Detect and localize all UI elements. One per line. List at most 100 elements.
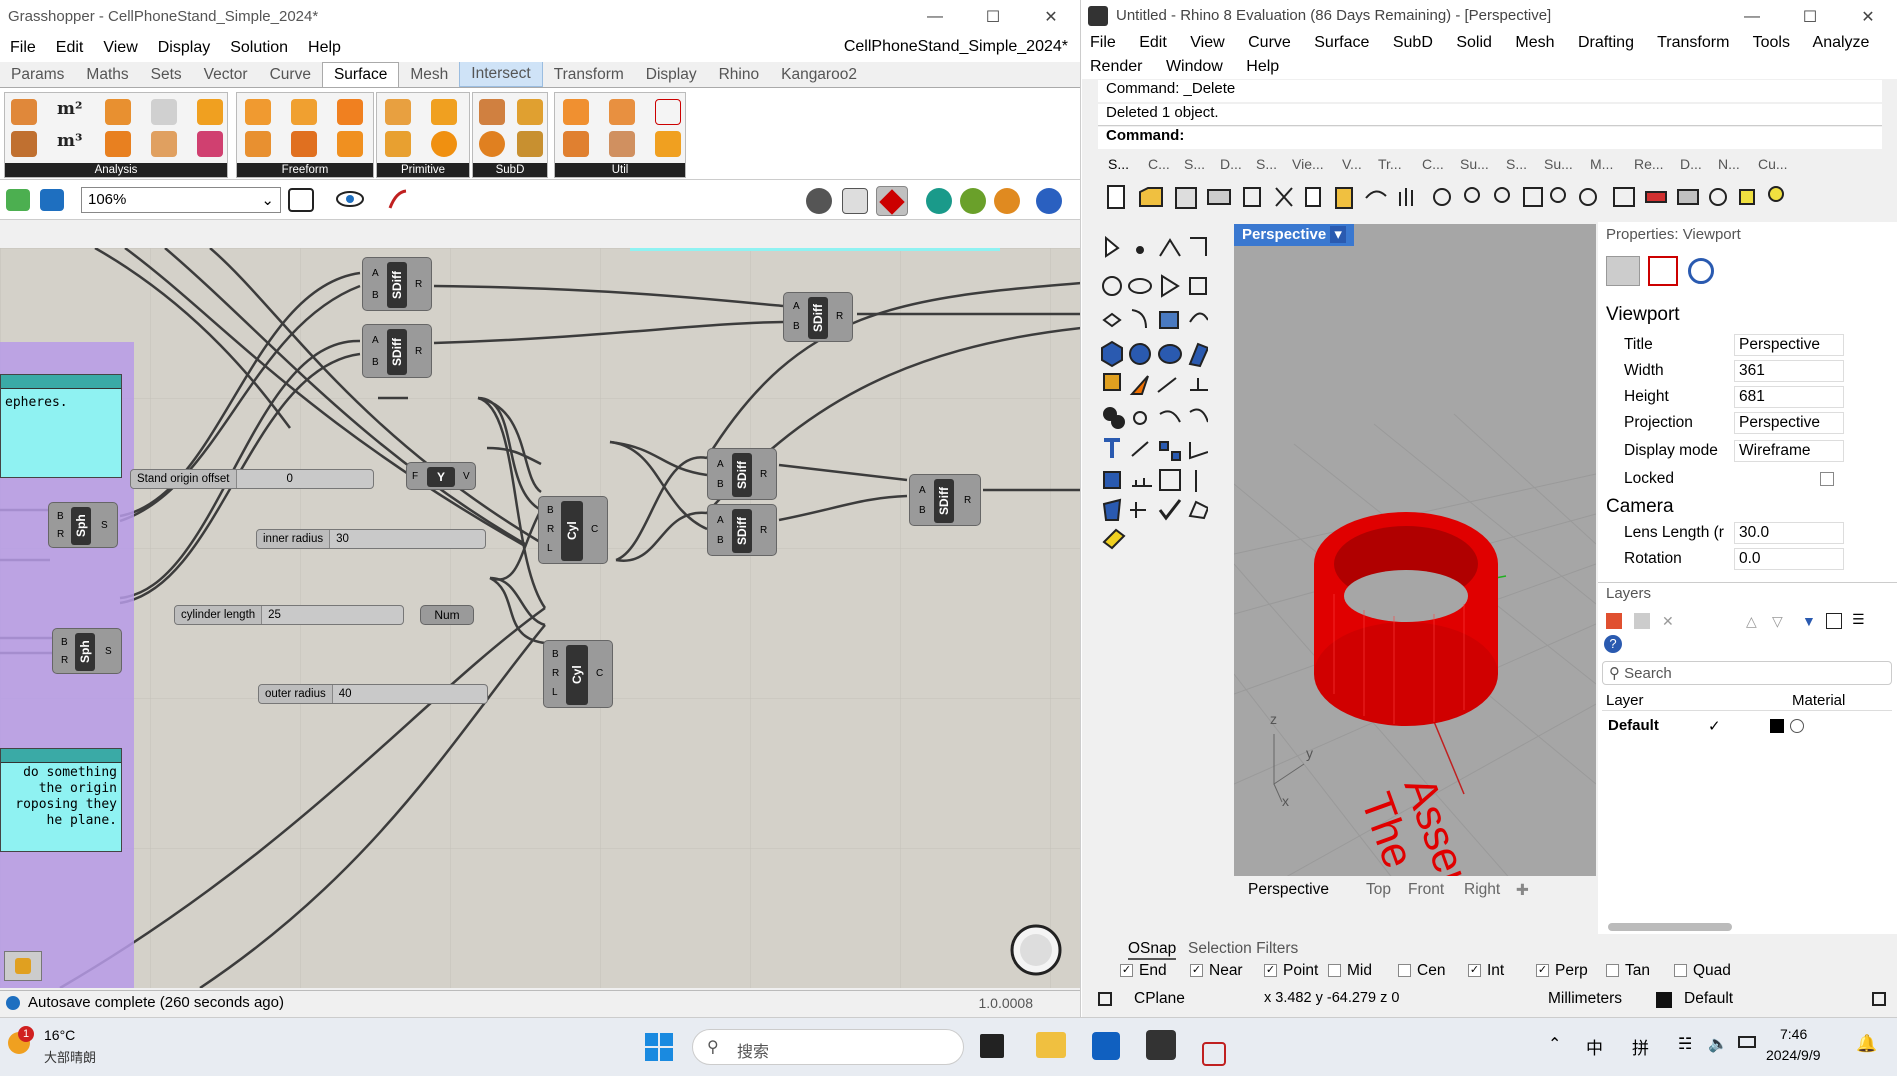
menu-transform[interactable]: Transform	[1657, 34, 1729, 51]
tab-display[interactable]: Display	[635, 63, 708, 87]
brep-wireframe-icon[interactable]	[11, 131, 37, 157]
rail-revolution-icon[interactable]	[337, 131, 363, 157]
panel-spheres-note[interactable]: epheres.	[0, 374, 122, 478]
menu-solid[interactable]: Solid	[1456, 34, 1492, 51]
filter-icon[interactable]: ▼	[1802, 613, 1816, 629]
add-viewport-icon[interactable]: ✚	[1516, 881, 1529, 900]
toolbar-tab[interactable]: D...	[1680, 156, 1702, 172]
tab-rhino[interactable]: Rhino	[708, 63, 771, 87]
expression-component[interactable]: F Y V	[406, 462, 476, 490]
menu-edit[interactable]: Edit	[1139, 34, 1167, 51]
task-view-icon[interactable]	[980, 1034, 1004, 1058]
osnap-quad[interactable]: Quad	[1674, 962, 1731, 980]
layer-search-input[interactable]: ⚲ Search	[1602, 661, 1892, 685]
help-icon[interactable]: ?	[1604, 635, 1622, 653]
layer-material-icon[interactable]	[1790, 719, 1804, 733]
new-layer-icon[interactable]	[1606, 613, 1622, 629]
camera-icon[interactable]	[1606, 256, 1640, 286]
slider-cylinder-length[interactable]: cylinder length 25	[174, 605, 404, 625]
menu-drafting[interactable]: Drafting	[1578, 34, 1634, 51]
navigation-compass-icon[interactable]	[1006, 920, 1068, 976]
cylinder-icon[interactable]	[431, 99, 457, 125]
toolbar-tab[interactable]: S...	[1506, 156, 1527, 172]
taskbar-search-input[interactable]: ⚲ 搜索	[692, 1029, 964, 1065]
clock-date[interactable]: 2024/9/9	[1766, 1047, 1821, 1063]
menu-solution[interactable]: Solution	[220, 39, 298, 57]
viewport-tab-front[interactable]: Front	[1408, 881, 1444, 899]
sdiff-component[interactable]: A B SDiff R	[909, 474, 981, 526]
tab-sets[interactable]: Sets	[140, 63, 193, 87]
menu-file[interactable]: File	[1090, 34, 1116, 51]
tab-intersect[interactable]: Intersect	[459, 61, 543, 87]
tab-maths[interactable]: Maths	[75, 63, 139, 87]
command-prompt[interactable]: Command:	[1098, 127, 1882, 149]
viewport-tab-perspective[interactable]: Perspective	[1248, 881, 1329, 899]
menu-display[interactable]: Display	[148, 39, 220, 57]
subd-mesh-icon[interactable]	[517, 131, 543, 157]
menu-analyze[interactable]: Analyze	[1813, 34, 1870, 51]
subd-edges-icon[interactable]	[517, 99, 543, 125]
display-settings-icon[interactable]	[1036, 188, 1062, 214]
preview-selected-icon[interactable]	[876, 186, 908, 216]
tab-surface[interactable]: Surface	[321, 62, 400, 87]
current-layer-check-icon[interactable]: ✓	[1708, 717, 1721, 735]
viewport-tab-right[interactable]: Right	[1464, 881, 1500, 899]
minimize-icon[interactable]: —	[1723, 0, 1781, 33]
dimensions-icon[interactable]	[197, 131, 223, 157]
chevron-up-icon[interactable]: ⌃	[1548, 1034, 1561, 1054]
prop-title-value[interactable]: Perspective	[1734, 334, 1844, 356]
zoom-select[interactable]: 106% ⌄	[81, 187, 281, 213]
status-cplane[interactable]: CPlane	[1134, 990, 1185, 1008]
layer-row[interactable]: Default ✓	[1602, 715, 1892, 737]
evaluate-surface-icon[interactable]	[197, 99, 223, 125]
deconstruct-brep-icon[interactable]	[151, 99, 177, 125]
toolbar-tab[interactable]: V...	[1342, 156, 1362, 172]
toolbar-tab[interactable]: C...	[1148, 156, 1170, 172]
delete-layer-icon[interactable]: ✕	[1662, 613, 1674, 630]
weather-temp[interactable]: 16°C	[44, 1027, 75, 1043]
prop-rotation-value[interactable]: 0.0	[1734, 548, 1844, 570]
file-explorer-icon[interactable]	[1036, 1032, 1066, 1058]
extrude-icon[interactable]	[245, 99, 271, 125]
menu-help[interactable]: Help	[298, 39, 351, 57]
move-up-icon[interactable]: △	[1746, 613, 1757, 630]
toolbar-tab[interactable]: Cu...	[1758, 156, 1788, 172]
rhino-taskbar-icon[interactable]	[1146, 1030, 1176, 1060]
preview-material-icon[interactable]	[960, 188, 986, 214]
menu-tools[interactable]: Tools	[1753, 34, 1790, 51]
param-icon[interactable]	[4, 951, 42, 981]
sphere-component[interactable]: B R Sph S	[52, 628, 122, 674]
menu-window[interactable]: Window	[1166, 58, 1223, 75]
cap-holes-icon[interactable]	[609, 131, 635, 157]
menu-mesh[interactable]: Mesh	[1515, 34, 1554, 51]
toolbar-tab[interactable]: S...	[1108, 156, 1129, 172]
new-sublayer-icon[interactable]	[1634, 613, 1650, 629]
tab-selection-filters[interactable]: Selection Filters	[1188, 940, 1298, 958]
status-units[interactable]: Millimeters	[1548, 990, 1622, 1008]
ime-pinyin[interactable]: 拼	[1632, 1034, 1649, 1059]
sdiff-component[interactable]: A B SDiff R	[362, 324, 432, 378]
toolbar-tab[interactable]: D...	[1220, 156, 1242, 172]
menu-view[interactable]: View	[1190, 34, 1224, 51]
slider-stand-origin-offset[interactable]: Stand origin offset 0	[130, 469, 374, 489]
status-layer[interactable]: Default	[1684, 990, 1733, 1008]
merge-faces-icon[interactable]	[609, 99, 635, 125]
slider-outer-radius[interactable]: outer radius 40	[258, 684, 488, 704]
menu-help[interactable]: Help	[1246, 58, 1279, 75]
sweep-icon[interactable]	[337, 99, 363, 125]
menu-icon[interactable]: ☰	[1852, 611, 1865, 628]
menu-curve[interactable]: Curve	[1248, 34, 1291, 51]
prop-projection-value[interactable]: Perspective	[1734, 412, 1844, 434]
sphere-component[interactable]: B R Sph S	[48, 502, 118, 548]
num-param[interactable]: Num	[420, 605, 474, 625]
tab-params[interactable]: Params	[0, 63, 75, 87]
tab-osnap[interactable]: OSnap	[1128, 940, 1177, 960]
box-icon[interactable]	[385, 99, 411, 125]
osnap-end[interactable]: ✓ End	[1120, 962, 1167, 980]
open-file-icon[interactable]	[6, 189, 30, 211]
horizontal-scrollbar[interactable]	[1608, 923, 1732, 931]
boundary-surface-icon[interactable]	[245, 131, 271, 157]
sphere-icon[interactable]	[431, 131, 457, 157]
menu-file[interactable]: File	[0, 39, 46, 57]
toolbar-tab[interactable]: Tr...	[1378, 156, 1402, 172]
